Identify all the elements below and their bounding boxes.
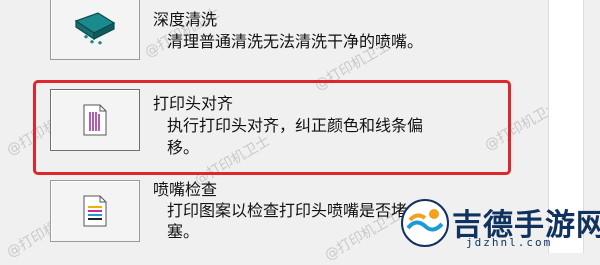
deep-clean-icon: [74, 12, 116, 45]
nozzle-check-button[interactable]: [50, 180, 140, 242]
nozzle-check-description: 打印图案以检查打印头喷嘴是否堵: [167, 201, 408, 220]
logo-mark-icon: [401, 199, 449, 247]
deep-clean-button[interactable]: [50, 0, 140, 60]
nozzle-check-icon: [83, 195, 107, 227]
logo-domain: jdzhnl.com: [466, 236, 553, 249]
maintenance-panel: @打印机卫士 @打印机卫士 @打印机卫士 @打印机卫士 @打印机卫士 @打印机卫…: [0, 0, 600, 264]
site-logo: 吉德手游网 jdzhnl.com: [400, 198, 600, 250]
deep-clean-description: 清理普通清洗无法清洗干净的喷嘴。: [167, 32, 424, 51]
highlight-box: [33, 80, 511, 175]
deep-clean-title: 深度清洗: [153, 10, 218, 29]
nozzle-check-description-cont: 塞。: [167, 222, 200, 241]
